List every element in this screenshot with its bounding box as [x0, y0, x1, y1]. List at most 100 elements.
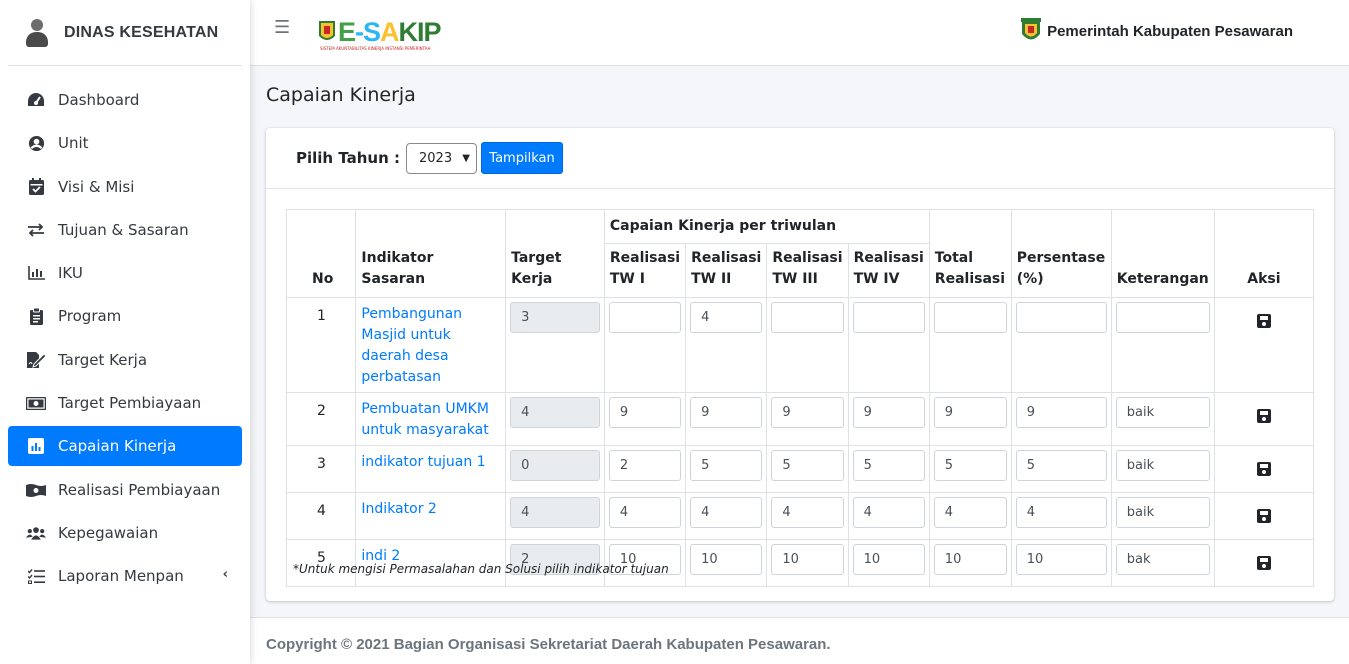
chart-bar-icon — [26, 436, 46, 456]
file-signature-icon — [26, 350, 46, 370]
logo-subtitle: SISTEM AKUNTABILITAS KINERJA INSTANSI PE… — [320, 46, 431, 51]
ket-input[interactable]: bak — [1115, 544, 1210, 575]
tw4-input[interactable] — [852, 302, 925, 333]
total-input[interactable] — [933, 302, 1007, 333]
top-header: ☰ E-SAKIP SISTEM AKUNTABILITAS KINERJA I… — [250, 0, 1349, 66]
tw4-input[interactable]: 4 — [852, 497, 925, 528]
tw4-input[interactable]: 10 — [852, 544, 925, 575]
persen-input[interactable]: 5 — [1015, 450, 1107, 481]
sidebar-item-label: Visi & Misi — [58, 177, 135, 196]
sidebar-item-realisasi-pembiayaan[interactable]: Realisasi Pembiayaan — [8, 470, 242, 510]
sidebar-item-unit[interactable]: Unit — [8, 123, 242, 163]
cell-no: 1 — [285, 297, 357, 393]
tw2-input[interactable]: 9 — [690, 397, 763, 428]
sidebar-item-label: Capaian Kinerja — [58, 437, 177, 456]
total-input[interactable]: 10 — [933, 544, 1007, 575]
sidebar-item-program[interactable]: Program — [8, 296, 242, 336]
tw4-input[interactable]: 9 — [852, 397, 925, 428]
tw3-input[interactable] — [771, 302, 844, 333]
total-input[interactable]: 9 — [933, 397, 1007, 428]
sidebar-item-dashboard[interactable]: Dashboard — [8, 80, 242, 120]
indikator-link[interactable]: indikator tujuan 1 — [355, 445, 507, 493]
tw3-input[interactable]: 10 — [771, 544, 844, 575]
table-body: 1 Pembangunan Masjid untuk daerah desa pe… — [285, 297, 1315, 587]
table-row: 2 Pembuatan UMKM untuk masyarakat 4 9 9 9 9 9 9 b… — [285, 392, 1315, 446]
tw1-input[interactable]: 4 — [608, 497, 682, 528]
ket-input[interactable]: baik — [1115, 450, 1210, 481]
tw3-input[interactable]: 5 — [771, 450, 844, 481]
sidebar-item-laporan-menpan[interactable]: Laporan Menpan ‹ — [8, 556, 242, 596]
sidebar-nav: Dashboard Unit Visi & Misi Tujuan & Sasa… — [0, 80, 250, 596]
tw3-input[interactable]: 4 — [771, 497, 844, 528]
total-input[interactable]: 5 — [933, 450, 1007, 481]
sidebar-item-target-pembiayaan[interactable]: Target Pembiayaan — [8, 383, 242, 423]
table-row: 1 Pembangunan Masjid untuk daerah desa pe… — [285, 297, 1315, 393]
indikator-link[interactable]: Pembuatan UMKM untuk masyarakat — [355, 392, 507, 446]
th-tw4: Realisasi TW IV — [847, 243, 930, 298]
sidebar-item-label: Dashboard — [58, 91, 140, 109]
tw1-input[interactable]: 9 — [608, 397, 682, 428]
target-kerja-field: 3 — [510, 302, 600, 333]
tw2-input[interactable]: 4 — [690, 302, 763, 333]
sidebar-item-label: Program — [58, 307, 122, 326]
hamburger-menu-icon[interactable]: ☰ — [274, 17, 290, 38]
tw2-input[interactable]: 5 — [690, 450, 763, 481]
sidebar-item-tujuan-sasaran[interactable]: Tujuan & Sasaran — [8, 210, 242, 250]
th-group-triwulan: Capaian Kinerja per triwulan — [603, 209, 930, 244]
persen-input[interactable]: 10 — [1015, 544, 1107, 575]
th-tw3: Realisasi TW III — [766, 243, 849, 298]
sidebar-item-capaian-kinerja[interactable]: Capaian Kinerja — [8, 426, 242, 467]
tw2-input[interactable]: 10 — [690, 544, 763, 575]
chevron-left-icon[interactable]: ‹ — [223, 567, 228, 582]
esakip-logo: E-SAKIP SISTEM AKUNTABILITAS KINERJA INS… — [318, 18, 442, 52]
save-icon[interactable] — [1256, 409, 1271, 423]
persen-input[interactable]: 9 — [1015, 397, 1107, 428]
sidebar-item-visi-misi[interactable]: Visi & Misi — [8, 167, 242, 207]
tw1-input[interactable] — [608, 302, 682, 333]
sidebar-item-label: Target Kerja — [58, 350, 148, 369]
copyright-text: Copyright © 2021 Bagian Organisasi Sekre… — [266, 636, 831, 653]
target-kerja-field: 4 — [510, 497, 600, 528]
sidebar-brand[interactable]: DINAS KESEHATAN — [8, 0, 242, 66]
persen-input[interactable]: 4 — [1015, 497, 1107, 528]
th-persen: Persentase (%) — [1010, 209, 1112, 298]
user-icon — [26, 18, 48, 47]
brand-text: DINAS KESEHATAN — [64, 23, 219, 41]
sidebar-item-label: Target Pembiayaan — [58, 394, 202, 413]
capaian-card: Pilih Tahun : 2023 ▼ Tampilkan No Indika… — [266, 128, 1334, 601]
bar-chart-icon — [26, 263, 46, 283]
sidebar-item-target-kerja[interactable]: Target Kerja — [8, 340, 242, 380]
th-no: No — [285, 209, 357, 298]
persen-input[interactable] — [1015, 302, 1107, 333]
table-row: 3 indikator tujuan 1 0 2 5 5 5 5 5 baik — [285, 445, 1315, 493]
th-tw2: Realisasi TW II — [685, 243, 768, 298]
save-icon[interactable] — [1256, 556, 1271, 570]
tw3-input[interactable]: 9 — [771, 397, 844, 428]
ket-input[interactable]: baik — [1115, 397, 1210, 428]
ket-input[interactable] — [1115, 302, 1210, 333]
tw1-input[interactable]: 2 — [608, 450, 682, 481]
save-icon[interactable] — [1256, 462, 1271, 476]
sidebar-item-label: Kepegawaian — [58, 523, 159, 542]
capaian-table: No Indikator Sasaran Target Kerja Capaia… — [285, 209, 1315, 587]
sidebar-item-label: Laporan Menpan — [58, 567, 184, 586]
indikator-link[interactable]: Pembangunan Masjid untuk daerah desa per… — [355, 297, 507, 393]
tw2-input[interactable]: 4 — [690, 497, 763, 528]
sidebar-item-label: IKU — [58, 264, 83, 283]
total-input[interactable]: 4 — [933, 497, 1007, 528]
list-check-icon — [26, 566, 46, 586]
ket-input[interactable]: baik — [1115, 497, 1210, 528]
target-kerja-field: 0 — [510, 450, 600, 481]
cell-no: 3 — [285, 445, 357, 493]
save-icon[interactable] — [1256, 314, 1271, 328]
tw4-input[interactable]: 5 — [852, 450, 925, 481]
th-target: Target Kerja — [505, 209, 605, 298]
indikator-link[interactable]: Indikator 2 — [355, 492, 507, 540]
year-select[interactable]: 2023 ▼ — [406, 142, 477, 174]
sidebar-item-kepegawaian[interactable]: Kepegawaian — [8, 513, 242, 553]
th-total: Total Realisasi — [928, 209, 1012, 298]
sidebar: DINAS KESEHATAN Dashboard Unit Visi & Mi… — [0, 0, 250, 664]
sidebar-item-iku[interactable]: IKU — [8, 253, 242, 293]
tampilkan-button[interactable]: Tampilkan — [481, 142, 563, 174]
save-icon[interactable] — [1256, 509, 1271, 523]
